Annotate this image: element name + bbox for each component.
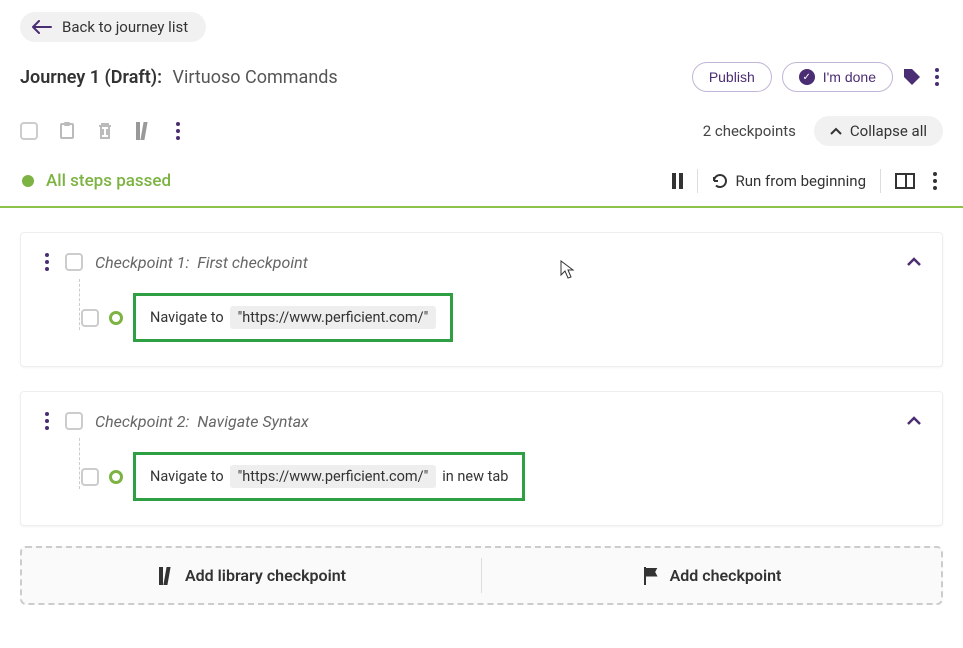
toolbar: 2 checkpoints Collapse all	[0, 106, 963, 156]
status-dot-icon	[22, 175, 34, 187]
status-more-menu[interactable]	[929, 168, 941, 194]
status-bar: All steps passed Run from beginning	[0, 156, 963, 208]
arrow-left-icon	[32, 20, 52, 34]
check-circle-icon: ✓	[799, 69, 815, 85]
tag-icon[interactable]	[903, 68, 921, 86]
back-label: Back to journey list	[62, 18, 188, 36]
clipboard-icon[interactable]	[58, 122, 76, 140]
checkpoint-more-menu[interactable]	[41, 408, 53, 434]
back-to-journey-list[interactable]: Back to journey list	[20, 12, 206, 42]
im-done-button[interactable]: ✓ I'm done	[782, 62, 893, 92]
step-checkbox[interactable]	[81, 468, 99, 486]
checkpoints-count: 2 checkpoints	[703, 122, 796, 140]
chevron-up-icon	[830, 127, 842, 135]
refresh-icon	[712, 173, 728, 189]
step-command[interactable]: Navigate to "https://www.perficient.com/…	[133, 293, 453, 342]
step-url: "https://www.perficient.com/"	[230, 306, 437, 329]
checkpoint-checkbox[interactable]	[65, 412, 83, 430]
trash-icon[interactable]	[96, 122, 114, 140]
checkpoint-card: Checkpoint 1: First checkpoint Navigate …	[20, 232, 943, 367]
status-text: All steps passed	[46, 171, 171, 191]
step-command[interactable]: Navigate to "https://www.perficient.com/…	[133, 452, 525, 501]
step-url: "https://www.perficient.com/"	[230, 465, 437, 488]
step-row: Navigate to "https://www.perficient.com/…	[47, 452, 922, 501]
library-icon[interactable]	[134, 122, 152, 140]
select-all-checkbox[interactable]	[20, 122, 38, 140]
add-library-checkpoint-button[interactable]: Add library checkpoint	[22, 548, 481, 603]
add-checkpoint-button[interactable]: Add checkpoint	[482, 548, 941, 603]
step-pass-indicator-icon	[109, 311, 123, 325]
checkpoint-more-menu[interactable]	[41, 249, 53, 275]
pause-button[interactable]	[672, 173, 683, 189]
checkpoint-card: Checkpoint 2: Navigate Syntax Navigate t…	[20, 391, 943, 526]
step-checkbox[interactable]	[81, 309, 99, 327]
step-pass-indicator-icon	[109, 470, 123, 484]
collapse-checkpoint-button[interactable]	[906, 257, 922, 267]
header-more-menu[interactable]	[931, 64, 943, 90]
panel-toggle-icon[interactable]	[895, 173, 915, 189]
checkpoint-checkbox[interactable]	[65, 253, 83, 271]
page-header: Journey 1 (Draft): Virtuoso Commands Pub…	[0, 42, 963, 106]
checkpoint-title: Checkpoint 2: Navigate Syntax	[95, 412, 309, 431]
checkpoint-title: Checkpoint 1: First checkpoint	[95, 253, 308, 272]
flag-plus-icon	[642, 567, 660, 585]
run-from-beginning-button[interactable]: Run from beginning	[712, 172, 866, 190]
collapse-checkpoint-button[interactable]	[906, 416, 922, 426]
journey-title: Journey 1 (Draft): Virtuoso Commands	[20, 67, 338, 88]
add-checkpoint-row: Add library checkpoint Add checkpoint	[20, 546, 943, 605]
publish-button[interactable]: Publish	[692, 62, 772, 92]
collapse-all-button[interactable]: Collapse all	[814, 116, 943, 146]
library-icon	[157, 567, 175, 585]
toolbar-more-menu[interactable]	[172, 118, 184, 144]
step-row: Navigate to "https://www.perficient.com/…	[47, 293, 922, 342]
